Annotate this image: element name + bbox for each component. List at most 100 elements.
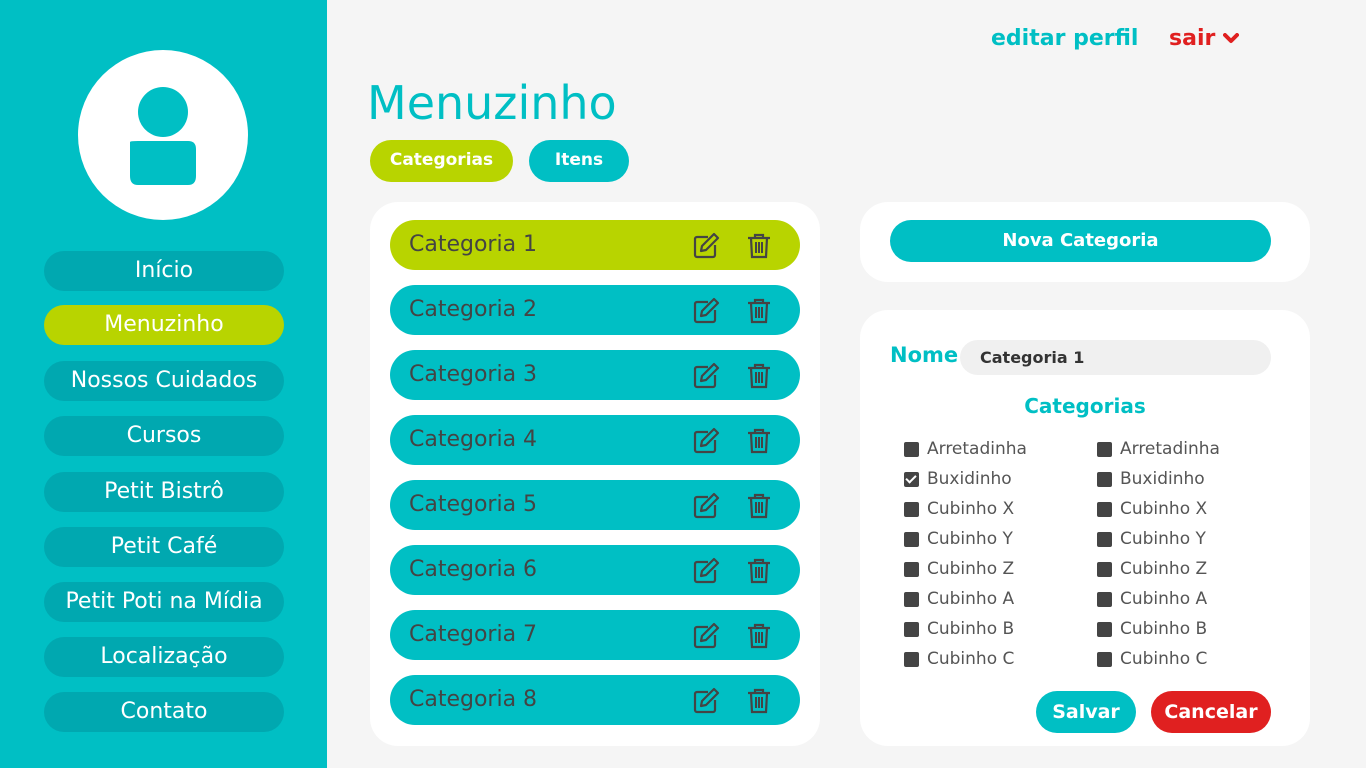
checkbox-item[interactable]: Cubinho B	[904, 618, 1014, 640]
checkbox[interactable]	[904, 651, 919, 667]
trash-icon[interactable]	[745, 297, 773, 325]
checkbox-item[interactable]: Cubinho B	[1097, 618, 1207, 640]
sidebar-item-menuzinho[interactable]: Menuzinho	[44, 305, 284, 345]
category-row[interactable]: Categoria 5	[390, 480, 800, 530]
checkbox-checked[interactable]	[904, 471, 919, 487]
checkbox[interactable]	[1097, 441, 1112, 457]
tab-categorias[interactable]: Categorias	[370, 140, 513, 182]
checkbox-label: Cubinho C	[1120, 649, 1208, 669]
category-row[interactable]: Categoria 2	[390, 285, 800, 335]
category-row[interactable]: Categoria 4	[390, 415, 800, 465]
checkbox-label: Buxidinho	[927, 469, 1012, 489]
name-label: Nome	[890, 343, 959, 367]
checkbox-label: Cubinho A	[927, 589, 1015, 609]
checkbox-item[interactable]: Cubinho Z	[904, 558, 1014, 580]
checkbox-item[interactable]: Arretadinha	[904, 438, 1027, 460]
checkbox-item[interactable]: Buxidinho	[1097, 468, 1205, 490]
edit-icon[interactable]	[692, 232, 720, 260]
trash-icon[interactable]	[745, 687, 773, 715]
checkbox-label: Arretadinha	[1120, 439, 1220, 459]
sidebar-item-petit-poti-na-midia[interactable]: Petit Poti na Mídia	[44, 582, 284, 622]
checkbox[interactable]	[1097, 561, 1112, 577]
trash-icon[interactable]	[745, 492, 773, 520]
edit-icon[interactable]	[692, 687, 720, 715]
checkbox-item[interactable]: Cubinho C	[904, 648, 1014, 670]
category-row[interactable]: Categoria 1	[390, 220, 800, 270]
category-label: Categoria 5	[409, 492, 538, 517]
checkbox[interactable]	[1097, 531, 1112, 547]
logout-label: sair	[1169, 26, 1216, 51]
checkbox-item[interactable]: Cubinho X	[1097, 498, 1207, 520]
checkbox-item[interactable]: Cubinho Y	[904, 528, 1013, 550]
edit-icon[interactable]	[692, 557, 720, 585]
category-label: Categoria 2	[409, 297, 538, 322]
sidebar-item-nossos-cuidados[interactable]: Nossos Cuidados	[44, 361, 284, 401]
sidebar-item-localizacao[interactable]: Localização	[44, 637, 284, 677]
checkbox[interactable]	[1097, 591, 1112, 607]
logout-link[interactable]: sair	[1169, 26, 1240, 51]
trash-icon[interactable]	[745, 427, 773, 455]
checkbox-label: Cubinho Z	[927, 559, 1015, 579]
category-label: Categoria 6	[409, 557, 538, 582]
checkbox-label: Cubinho Y	[927, 529, 1013, 549]
trash-icon[interactable]	[745, 557, 773, 585]
checkbox-item[interactable]: Cubinho X	[904, 498, 1014, 520]
name-input[interactable]	[960, 340, 1271, 375]
category-row[interactable]: Categoria 6	[390, 545, 800, 595]
checkbox[interactable]	[904, 501, 919, 517]
checkbox-label: Cubinho X	[1120, 499, 1208, 519]
sidebar: Início Menuzinho Nossos Cuidados Cursos …	[0, 0, 327, 768]
checkbox[interactable]	[904, 441, 919, 457]
checkbox-label: Cubinho B	[1120, 619, 1208, 639]
category-label: Categoria 1	[409, 232, 538, 257]
edit-icon[interactable]	[692, 427, 720, 455]
trash-icon[interactable]	[745, 622, 773, 650]
checkbox-item[interactable]: Cubinho A	[904, 588, 1014, 610]
edit-profile-link[interactable]: editar perfil	[991, 26, 1138, 51]
tab-itens[interactable]: Itens	[529, 140, 629, 182]
category-list-panel: Categoria 1 Categoria 2 Categoria 3 Cate…	[370, 202, 820, 746]
category-row[interactable]: Categoria 7	[390, 610, 800, 660]
trash-icon[interactable]	[745, 232, 773, 260]
sidebar-item-cursos[interactable]: Cursos	[44, 416, 284, 456]
edit-icon[interactable]	[692, 297, 720, 325]
checkbox-label: Buxidinho	[1120, 469, 1205, 489]
checkbox[interactable]	[904, 591, 919, 607]
trash-icon[interactable]	[745, 362, 773, 390]
sidebar-item-petit-cafe[interactable]: Petit Café	[44, 527, 284, 567]
checkbox-item[interactable]: Buxidinho	[904, 468, 1012, 490]
avatar[interactable]	[78, 50, 248, 220]
new-category-button[interactable]: Nova Categoria	[890, 220, 1271, 262]
categories-section-title: Categorias	[1024, 394, 1146, 418]
checkbox-label: Cubinho A	[1120, 589, 1208, 609]
checkbox-item[interactable]: Cubinho Y	[1097, 528, 1206, 550]
checkbox[interactable]	[1097, 621, 1112, 637]
category-row[interactable]: Categoria 3	[390, 350, 800, 400]
edit-icon[interactable]	[692, 492, 720, 520]
category-row[interactable]: Categoria 8	[390, 675, 800, 725]
checkbox-item[interactable]: Cubinho C	[1097, 648, 1207, 670]
checkbox[interactable]	[904, 531, 919, 547]
checkbox[interactable]	[1097, 471, 1112, 487]
checkbox[interactable]	[1097, 501, 1112, 517]
user-icon	[130, 87, 196, 185]
category-label: Categoria 3	[409, 362, 538, 387]
checkbox[interactable]	[904, 621, 919, 637]
edit-icon[interactable]	[692, 622, 720, 650]
checkbox-item[interactable]: Arretadinha	[1097, 438, 1220, 460]
checkbox-label: Arretadinha	[927, 439, 1027, 459]
new-category-panel: Nova Categoria	[860, 202, 1310, 282]
category-label: Categoria 7	[409, 622, 538, 647]
chevron-down-icon	[1223, 32, 1240, 43]
category-form-panel: Nome Categorias Arretadinha Buxidinho Cu…	[860, 310, 1310, 746]
edit-icon[interactable]	[692, 362, 720, 390]
sidebar-item-petit-bistro[interactable]: Petit Bistrô	[44, 472, 284, 512]
save-button[interactable]: Salvar	[1036, 691, 1136, 733]
checkbox-item[interactable]: Cubinho A	[1097, 588, 1207, 610]
checkbox[interactable]	[1097, 651, 1112, 667]
cancel-button[interactable]: Cancelar	[1151, 691, 1271, 733]
sidebar-item-inicio[interactable]: Início	[44, 251, 284, 291]
checkbox[interactable]	[904, 561, 919, 577]
sidebar-item-contato[interactable]: Contato	[44, 692, 284, 732]
checkbox-item[interactable]: Cubinho Z	[1097, 558, 1207, 580]
